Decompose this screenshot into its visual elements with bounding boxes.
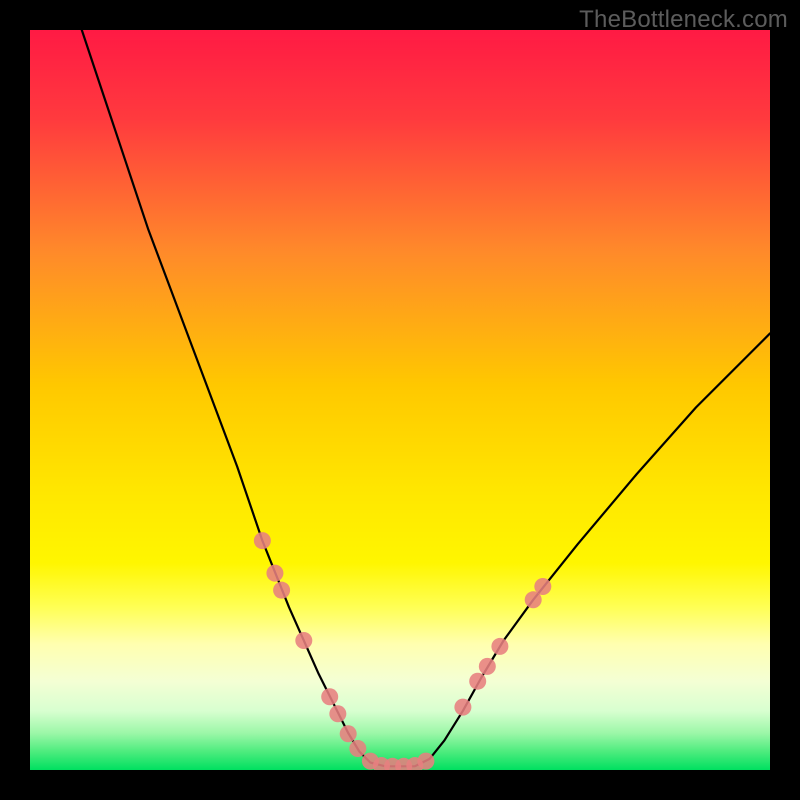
data-marker bbox=[349, 740, 366, 757]
data-marker bbox=[295, 632, 312, 649]
watermark-text: TheBottleneck.com bbox=[579, 6, 788, 34]
chart-frame: TheBottleneck.com bbox=[0, 0, 800, 800]
data-marker bbox=[340, 725, 357, 742]
gradient-background bbox=[30, 30, 770, 770]
data-marker bbox=[329, 705, 346, 722]
data-marker bbox=[266, 565, 283, 582]
bottleneck-chart bbox=[30, 30, 770, 770]
data-marker bbox=[479, 658, 496, 675]
data-marker bbox=[454, 699, 471, 716]
data-marker bbox=[273, 582, 290, 599]
data-marker bbox=[254, 532, 271, 549]
data-marker bbox=[417, 753, 434, 770]
data-marker bbox=[491, 638, 508, 655]
data-marker bbox=[321, 688, 338, 705]
data-marker bbox=[469, 673, 486, 690]
data-marker bbox=[534, 578, 551, 595]
